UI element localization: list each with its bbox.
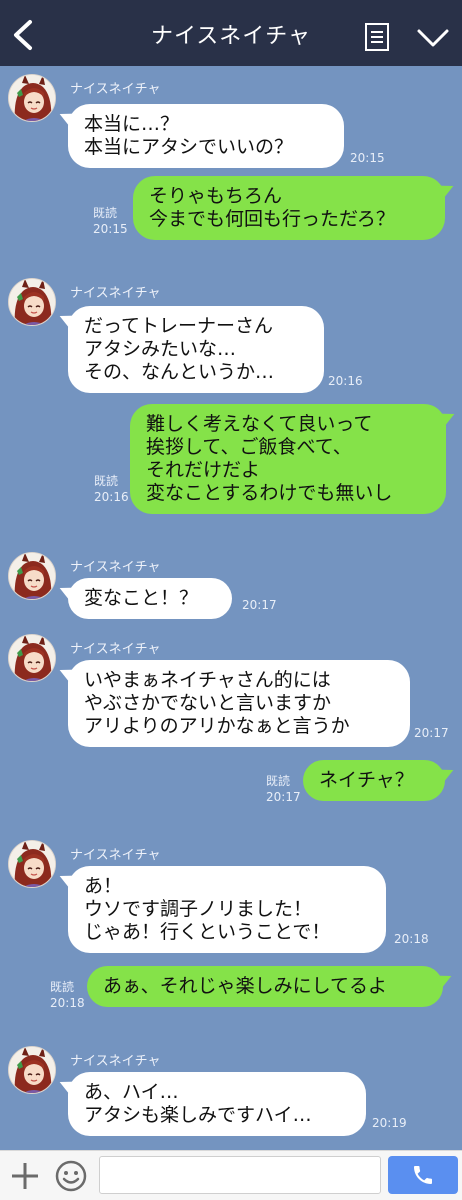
incoming-message-row: ナイスネイチャあ！ ウソです調子ノリました！ じゃあ！行くということで！ 20:1… bbox=[0, 840, 462, 953]
message-input[interactable] bbox=[99, 1156, 381, 1194]
message-bubble[interactable]: あ、ハイ… アタシも楽しみですハイ… bbox=[68, 1072, 366, 1136]
call-button[interactable] bbox=[388, 1156, 458, 1194]
incoming-message-row: ナイスネイチャ変なこと！？ 20:17 bbox=[0, 552, 462, 619]
outgoing-message-row: そりゃもちろん 今までも何回も行っただろ？ 既読 20:15 bbox=[0, 176, 462, 240]
plus-icon[interactable] bbox=[8, 1159, 42, 1193]
read-receipt: 既読 bbox=[93, 206, 118, 220]
sender-name: ナイスネイチャ bbox=[70, 642, 161, 657]
message-bubble[interactable]: いやまぁネイチャさん的には やぶさかでないと言いますか アリよりのアリかなぁと言… bbox=[68, 660, 410, 747]
avatar[interactable] bbox=[8, 1046, 56, 1094]
outgoing-message-row: あぁ、それじゃ楽しみにしてるよ 既読 20:18 bbox=[0, 966, 462, 1010]
emoji-icon[interactable] bbox=[54, 1159, 88, 1193]
message-bubble[interactable]: 変なこと！？ bbox=[68, 578, 232, 619]
message-timestamp: 20:19 bbox=[372, 1116, 407, 1130]
incoming-message-row: ナイスネイチャいやまぁネイチャさん的には やぶさかでないと言いますか アリよりの… bbox=[0, 634, 462, 747]
message-timestamp: 20:16 bbox=[94, 490, 129, 504]
avatar[interactable] bbox=[8, 74, 56, 122]
sender-name: ナイスネイチャ bbox=[70, 848, 161, 863]
incoming-message-row: ナイスネイチャあ、ハイ… アタシも楽しみですハイ… 20:19 bbox=[0, 1046, 462, 1136]
read-receipt: 既読 bbox=[50, 980, 75, 994]
chat-header: ナイスネイチャ bbox=[0, 0, 462, 66]
sender-name: ナイスネイチャ bbox=[70, 82, 161, 97]
note-menu-icon[interactable] bbox=[364, 22, 390, 52]
message-timestamp: 20:18 bbox=[394, 932, 429, 946]
message-bubble[interactable]: そりゃもちろん 今までも何回も行っただろ？ bbox=[133, 176, 445, 240]
message-bubble[interactable]: ネイチャ？ bbox=[303, 760, 445, 801]
incoming-message-row: ナイスネイチャ本当に…？ 本当にアタシでいいの？ 20:15 bbox=[0, 74, 462, 168]
message-bubble[interactable]: だってトレーナーさん アタシみたいな… その、なんというか… bbox=[68, 306, 324, 393]
message-bubble[interactable]: 本当に…？ 本当にアタシでいいの？ bbox=[68, 104, 344, 168]
read-receipt: 既読 bbox=[266, 774, 291, 788]
message-composer bbox=[0, 1150, 462, 1200]
message-timestamp: 20:15 bbox=[350, 151, 385, 165]
read-receipt: 既読 bbox=[94, 474, 119, 488]
avatar[interactable] bbox=[8, 634, 56, 682]
message-timestamp: 20:15 bbox=[93, 222, 128, 236]
avatar[interactable] bbox=[8, 840, 56, 888]
message-timestamp: 20:17 bbox=[266, 790, 301, 804]
message-bubble[interactable]: あ！ ウソです調子ノリました！ じゃあ！行くということで！ bbox=[68, 866, 386, 953]
message-timestamp: 20:16 bbox=[328, 374, 363, 388]
phone-icon bbox=[414, 1166, 432, 1184]
message-bubble[interactable]: あぁ、それじゃ楽しみにしてるよ bbox=[87, 966, 443, 1007]
outgoing-message-row: ネイチャ？ 既読 20:17 bbox=[0, 760, 462, 804]
avatar[interactable] bbox=[8, 552, 56, 600]
message-timestamp: 20:17 bbox=[414, 726, 449, 740]
sender-name: ナイスネイチャ bbox=[70, 1054, 161, 1069]
outgoing-message-row: 難しく考えなくて良いって 挨拶して、ご飯食べて、 それだけだよ 変なことするわけ… bbox=[0, 404, 462, 514]
incoming-message-row: ナイスネイチャだってトレーナーさん アタシみたいな… その、なんというか… 20:… bbox=[0, 278, 462, 393]
message-timestamp: 20:17 bbox=[242, 598, 277, 612]
avatar[interactable] bbox=[8, 278, 56, 326]
message-list[interactable]: ナイスネイチャ 本当に…？ 本当にアタシでいいの？ 20:15 そりゃもちろん 今まで… bbox=[0, 66, 462, 1150]
chat-title: ナイスネイチャ bbox=[150, 24, 312, 49]
sender-name: ナイスネイチャ bbox=[70, 286, 161, 301]
message-bubble[interactable]: 難しく考えなくて良いって 挨拶して、ご飯食べて、 それだけだよ 変なことするわけ… bbox=[130, 404, 446, 514]
chevron-down-icon[interactable] bbox=[416, 26, 450, 50]
message-timestamp: 20:18 bbox=[50, 996, 85, 1010]
sender-name: ナイスネイチャ bbox=[70, 560, 161, 575]
